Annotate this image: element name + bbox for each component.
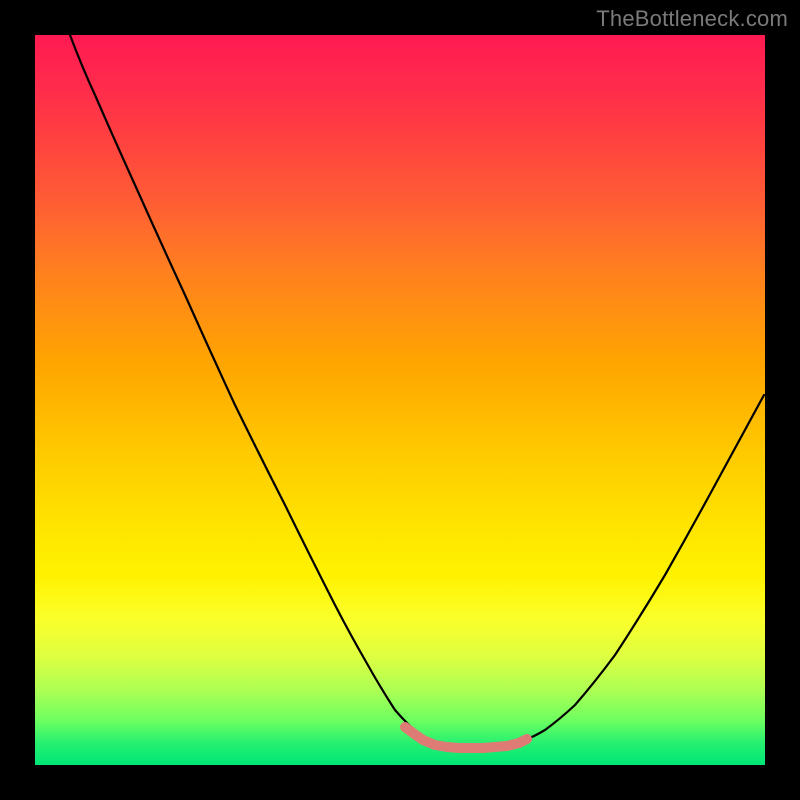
plot-area <box>35 35 765 765</box>
curve-path <box>70 35 764 747</box>
chart-frame: TheBottleneck.com <box>0 0 800 800</box>
chart-svg <box>35 35 765 765</box>
watermark-text: TheBottleneck.com <box>596 6 788 32</box>
valley-highlight-path <box>405 727 527 748</box>
